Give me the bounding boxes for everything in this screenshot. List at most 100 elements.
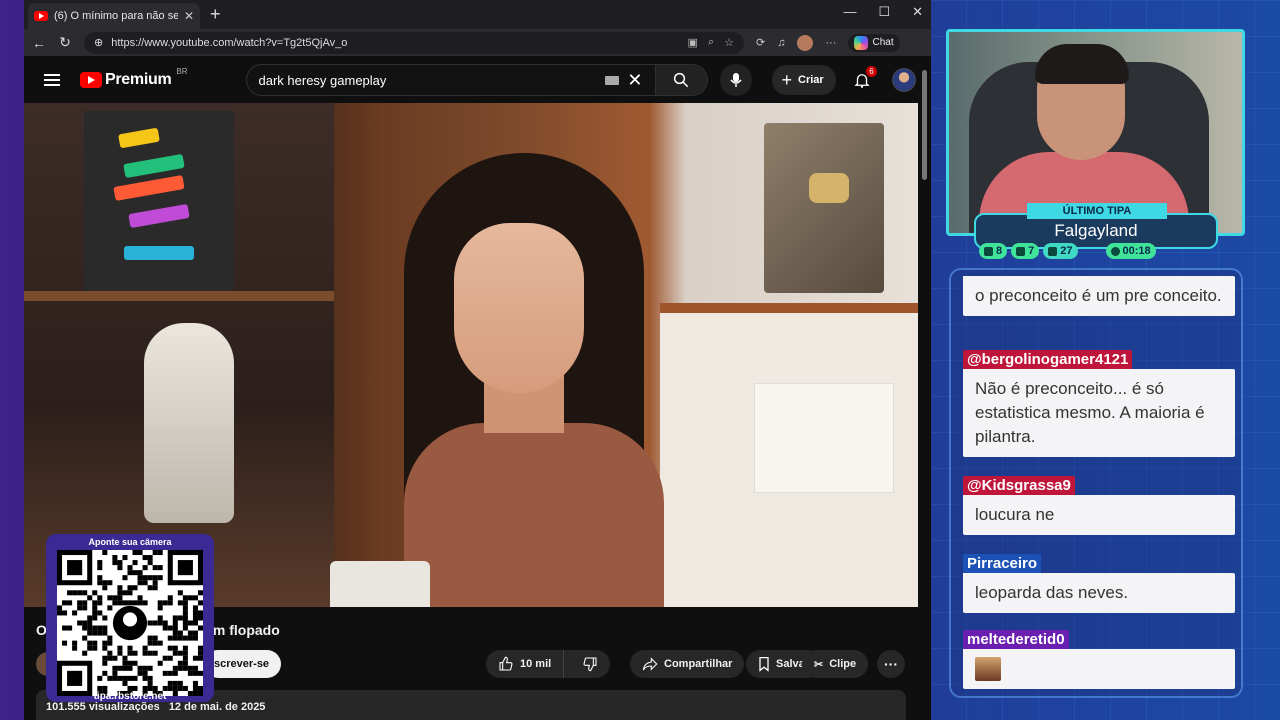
more-actions-button[interactable]: ··· bbox=[877, 650, 905, 678]
search-query: dark heresy gameplay bbox=[258, 72, 387, 88]
youtube-header: Premium BR dark heresy gameplay ✕ + Cria… bbox=[24, 57, 931, 103]
like-button[interactable]: 10 mil bbox=[486, 650, 565, 678]
twitch-icon bbox=[984, 246, 993, 256]
url-text: https://www.youtube.com/watch?v=Tg2t5QjA… bbox=[111, 36, 348, 49]
scissors-icon: ✂ bbox=[814, 658, 824, 671]
video-scene-person-top bbox=[404, 423, 664, 607]
search-area: dark heresy gameplay ✕ bbox=[245, 64, 752, 96]
reader-icon[interactable]: ▣ bbox=[688, 36, 698, 49]
new-tab-icon[interactable]: + bbox=[210, 4, 221, 25]
bookmark-icon bbox=[759, 656, 769, 672]
timer-icon bbox=[1110, 246, 1120, 256]
stat-value: 27 bbox=[1060, 245, 1073, 257]
search-button[interactable] bbox=[655, 64, 708, 96]
qr-url: tipa.rbstore.net bbox=[93, 691, 167, 702]
like-dislike-group: 10 mil bbox=[486, 650, 611, 678]
create-button[interactable]: + Criar bbox=[771, 65, 836, 95]
create-label: Criar bbox=[798, 74, 824, 86]
brand-label: Premium bbox=[105, 71, 172, 88]
webcam-hair bbox=[1035, 44, 1129, 84]
video-scene-shelf-board bbox=[24, 291, 334, 301]
site-info-icon[interactable]: ⊕ bbox=[94, 36, 103, 49]
chat-message-text: Não é preconceito... é só estatistica me… bbox=[963, 369, 1235, 457]
maximize-icon[interactable]: ☐ bbox=[878, 4, 890, 20]
stat-kick: 27 bbox=[1043, 243, 1078, 259]
view-count: 101.555 visualizações bbox=[46, 701, 160, 713]
emote-image bbox=[975, 657, 1001, 681]
browser-tab[interactable]: (6) O mínimo para não ser um flop ✕ bbox=[28, 3, 200, 29]
tab-title: (6) O mínimo para não ser um flop bbox=[54, 10, 178, 22]
video-scene-cards bbox=[754, 383, 894, 493]
notifications-button[interactable]: 6 bbox=[850, 66, 877, 92]
notification-badge: 6 bbox=[866, 66, 877, 77]
copilot-chat-button[interactable]: Chat bbox=[848, 33, 900, 52]
youtube-logo[interactable]: Premium BR bbox=[80, 67, 188, 89]
region-label: BR bbox=[176, 67, 188, 76]
copilot-icon bbox=[854, 35, 869, 50]
toolbar-right: ⟳ ♫ ··· Chat bbox=[756, 33, 900, 52]
like-count: 10 mil bbox=[520, 658, 552, 670]
address-bar: ← ↻ ⊕ https://www.youtube.com/watch?v=Tg… bbox=[24, 29, 931, 57]
video-title-suffix: m flopado bbox=[212, 622, 280, 638]
clip-label: Clipe bbox=[829, 658, 857, 670]
tab-bar: (6) O mínimo para não ser um flop ✕ + — … bbox=[24, 0, 931, 29]
video-scene-mug bbox=[330, 561, 430, 607]
window-controls: — ☐ ✕ bbox=[843, 4, 923, 20]
scrollbar-thumb[interactable] bbox=[922, 70, 927, 180]
share-label: Compartilhar bbox=[664, 658, 733, 670]
chat-message-text: leoparda das neves. bbox=[963, 573, 1235, 613]
share-button[interactable]: Compartilhar bbox=[630, 650, 745, 678]
video-player[interactable] bbox=[24, 103, 918, 607]
microphone-icon bbox=[729, 73, 742, 87]
chat-panel: o preconceito é um pre conceito. @bergol… bbox=[949, 268, 1243, 698]
search-input[interactable]: dark heresy gameplay ✕ bbox=[245, 64, 656, 96]
clip-button[interactable]: ✂ Clipe bbox=[802, 650, 869, 678]
keyboard-icon[interactable] bbox=[605, 75, 620, 85]
qr-code-image bbox=[57, 550, 203, 696]
thumbs-down-icon bbox=[583, 657, 597, 672]
video-scene-statue bbox=[144, 323, 234, 523]
close-window-icon[interactable]: ✕ bbox=[912, 4, 923, 20]
favorite-star-icon[interactable]: ☆ bbox=[724, 36, 734, 49]
youtube-icon bbox=[1016, 246, 1026, 256]
media-icon[interactable]: ♫ bbox=[777, 37, 785, 49]
stat-youtube: 7 bbox=[1011, 243, 1040, 259]
chat-message-body bbox=[963, 649, 1235, 689]
upload-date: 12 de mai. de 2025 bbox=[168, 701, 266, 713]
video-scene-book bbox=[84, 111, 234, 291]
reload-icon[interactable]: ↻ bbox=[58, 34, 72, 51]
chat-message-text: loucura ne bbox=[963, 495, 1235, 535]
back-icon[interactable]: ← bbox=[32, 35, 46, 51]
chat-label: Chat bbox=[872, 37, 894, 48]
page-scrollbar[interactable] bbox=[922, 60, 927, 710]
browser-profile-avatar[interactable] bbox=[797, 34, 814, 51]
zoom-icon[interactable]: ⌕ bbox=[708, 36, 714, 49]
tab-close-icon[interactable]: ✕ bbox=[184, 9, 194, 23]
clear-search-icon[interactable]: ✕ bbox=[627, 70, 642, 91]
stat-twitch: 8 bbox=[979, 243, 1008, 259]
stat-value: 00:18 bbox=[1122, 245, 1151, 257]
last-tipa-label: ÚLTIMO TIPA bbox=[1027, 203, 1167, 219]
extensions-icon[interactable]: ⟳ bbox=[756, 36, 765, 49]
chat-message: meltederetid0 bbox=[963, 630, 1235, 689]
more-menu-icon[interactable]: ··· bbox=[825, 37, 836, 49]
qr-code-pattern bbox=[57, 550, 203, 696]
chat-message: o preconceito é um pre conceito. bbox=[963, 276, 1235, 316]
voice-search-button[interactable] bbox=[719, 64, 752, 96]
stat-value: 7 bbox=[1028, 245, 1035, 257]
minimize-icon[interactable]: — bbox=[843, 4, 856, 20]
plus-icon: + bbox=[781, 70, 793, 90]
chat-message-text: o preconceito é um pre conceito. bbox=[963, 276, 1235, 316]
youtube-play-icon bbox=[80, 72, 102, 88]
qr-code-overlay: Aponte sua câmera tipa.rbstore.net bbox=[46, 534, 214, 702]
url-field[interactable]: ⊕ https://www.youtube.com/watch?v=Tg2t5Q… bbox=[84, 31, 744, 54]
kick-icon bbox=[1048, 246, 1058, 256]
chat-username: @Kidsgrassa9 bbox=[963, 476, 1075, 495]
subscribe-button[interactable]: screver-se bbox=[204, 650, 282, 678]
video-scene-plaque bbox=[764, 123, 884, 293]
platform-stats: 8 7 27 00:18 bbox=[979, 243, 1156, 259]
chat-username: @bergolinogamer4121 bbox=[963, 350, 1133, 369]
dislike-button[interactable] bbox=[570, 650, 610, 678]
menu-icon[interactable] bbox=[44, 74, 60, 86]
account-avatar[interactable] bbox=[891, 68, 916, 92]
